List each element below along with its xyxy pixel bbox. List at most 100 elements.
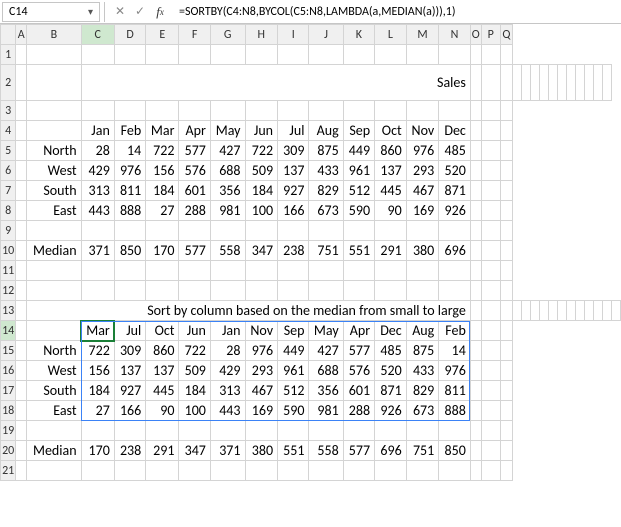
- cell[interactable]: [343, 461, 374, 481]
- median-cell[interactable]: 371: [81, 241, 114, 261]
- value-cell[interactable]: 14: [114, 141, 145, 161]
- cell[interactable]: [179, 261, 210, 281]
- value-cell[interactable]: 512: [343, 181, 374, 201]
- value-cell[interactable]: 577: [179, 141, 210, 161]
- col-header[interactable]: G: [210, 25, 245, 45]
- value-cell[interactable]: 166: [278, 201, 309, 221]
- cell[interactable]: [210, 45, 245, 65]
- sorted-value-cell[interactable]: 427: [309, 341, 343, 361]
- col-header[interactable]: N: [439, 25, 471, 45]
- value-cell[interactable]: 156: [146, 161, 179, 181]
- cell[interactable]: [16, 221, 27, 241]
- cell[interactable]: [406, 261, 439, 281]
- cell[interactable]: [481, 301, 500, 321]
- month-header[interactable]: Dec: [439, 121, 471, 141]
- sorted-value-cell[interactable]: 184: [179, 381, 210, 401]
- cell[interactable]: [481, 381, 500, 401]
- cell[interactable]: [179, 101, 210, 121]
- value-cell[interactable]: 688: [210, 161, 245, 181]
- cell[interactable]: [278, 221, 309, 241]
- cell[interactable]: [500, 301, 512, 321]
- row-header[interactable]: 21: [1, 461, 16, 481]
- cell[interactable]: [114, 45, 145, 65]
- cell[interactable]: [406, 461, 439, 481]
- cell[interactable]: [470, 441, 481, 461]
- cell[interactable]: [245, 461, 278, 481]
- cell[interactable]: [470, 201, 481, 221]
- sorted-median-cell[interactable]: 577: [343, 441, 374, 461]
- value-cell[interactable]: 926: [439, 201, 471, 221]
- cell[interactable]: [245, 261, 278, 281]
- cell[interactable]: [567, 65, 576, 101]
- row-header[interactable]: 16: [1, 361, 16, 381]
- cell[interactable]: [27, 321, 81, 341]
- cell[interactable]: [481, 221, 500, 241]
- sorted-month-header[interactable]: Aug: [406, 321, 439, 341]
- col-header[interactable]: C: [81, 25, 114, 45]
- cell[interactable]: [540, 301, 549, 321]
- cell[interactable]: [81, 261, 114, 281]
- cell[interactable]: [500, 65, 512, 101]
- cell[interactable]: [278, 421, 309, 441]
- col-header[interactable]: K: [343, 25, 374, 45]
- cell[interactable]: [114, 421, 145, 441]
- cell[interactable]: [146, 461, 179, 481]
- sorted-month-header[interactable]: Jul: [114, 321, 145, 341]
- sorted-value-cell[interactable]: 829: [406, 381, 439, 401]
- value-cell[interactable]: 673: [309, 201, 343, 221]
- col-header[interactable]: O: [470, 25, 481, 45]
- cell[interactable]: [470, 45, 481, 65]
- value-cell[interactable]: 467: [406, 181, 439, 201]
- row-header[interactable]: 2: [1, 65, 16, 101]
- median-cell[interactable]: 751: [309, 241, 343, 261]
- cell[interactable]: [470, 121, 481, 141]
- cell[interactable]: [16, 341, 27, 361]
- cell[interactable]: [16, 281, 27, 301]
- cell[interactable]: [114, 281, 145, 301]
- cell[interactable]: [343, 45, 374, 65]
- cell[interactable]: [470, 101, 481, 121]
- cell[interactable]: [309, 281, 343, 301]
- sorted-value-cell[interactable]: 443: [210, 401, 245, 421]
- col-header[interactable]: H: [245, 25, 278, 45]
- median-cell[interactable]: 696: [439, 241, 471, 261]
- sorted-median-cell[interactable]: 238: [114, 441, 145, 461]
- cell[interactable]: [470, 241, 481, 261]
- cell[interactable]: [481, 461, 500, 481]
- cell[interactable]: [16, 161, 27, 181]
- page-title[interactable]: Sales: [81, 65, 470, 101]
- cell[interactable]: [470, 421, 481, 441]
- cell[interactable]: [16, 241, 27, 261]
- cell[interactable]: [470, 141, 481, 161]
- sorted-value-cell[interactable]: 926: [375, 401, 407, 421]
- sorted-value-cell[interactable]: 875: [406, 341, 439, 361]
- row-header[interactable]: 6: [1, 161, 16, 181]
- cell[interactable]: [210, 421, 245, 441]
- sorted-median-cell[interactable]: 558: [309, 441, 343, 461]
- sorted-value-cell[interactable]: 888: [439, 401, 471, 421]
- cell[interactable]: [309, 101, 343, 121]
- cell[interactable]: [146, 261, 179, 281]
- cell[interactable]: [16, 261, 27, 281]
- region-label[interactable]: West: [27, 161, 81, 181]
- cell[interactable]: [16, 301, 27, 321]
- region-label[interactable]: North: [27, 141, 81, 161]
- cell[interactable]: [179, 421, 210, 441]
- value-cell[interactable]: 313: [81, 181, 114, 201]
- cell[interactable]: [500, 321, 512, 341]
- sorted-value-cell[interactable]: 313: [210, 381, 245, 401]
- sorted-month-header[interactable]: Oct: [146, 321, 179, 341]
- cell[interactable]: [439, 101, 471, 121]
- sorted-month-header[interactable]: Mar: [81, 321, 114, 341]
- value-cell[interactable]: 100: [245, 201, 278, 221]
- cell[interactable]: [470, 261, 481, 281]
- cell[interactable]: [481, 341, 500, 361]
- confirm-icon[interactable]: ✓: [131, 3, 149, 21]
- cell[interactable]: [439, 421, 471, 441]
- sorted-value-cell[interactable]: 860: [146, 341, 179, 361]
- median-cell[interactable]: 850: [114, 241, 145, 261]
- value-cell[interactable]: 485: [439, 141, 471, 161]
- cell[interactable]: [375, 281, 407, 301]
- cell[interactable]: [278, 461, 309, 481]
- month-header[interactable]: Sep: [343, 121, 374, 141]
